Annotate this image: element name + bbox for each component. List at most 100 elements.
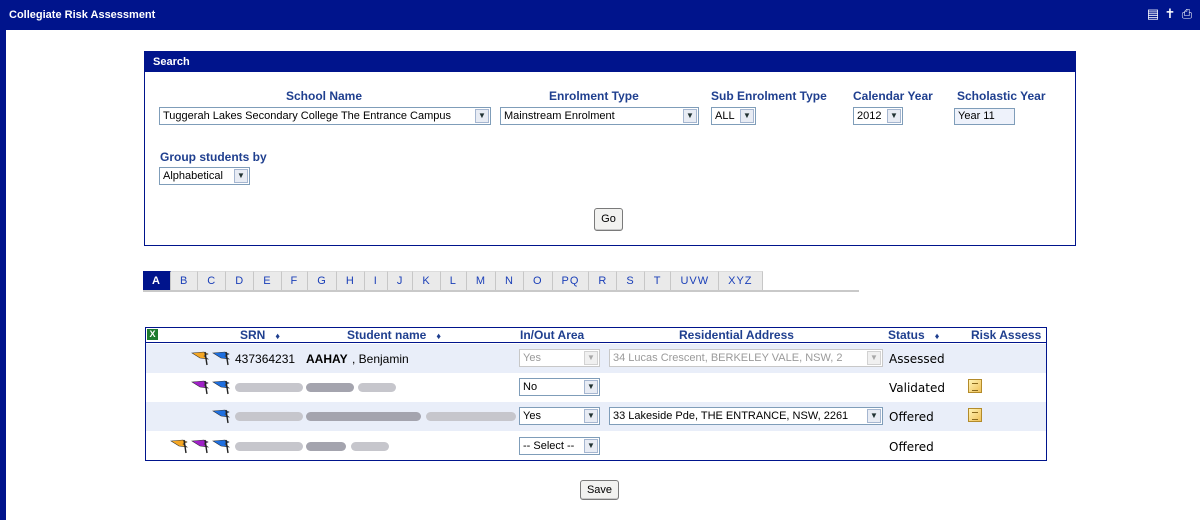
search-panel: Search School Name Tuggerah Lakes Second…: [144, 51, 1076, 246]
print-icon[interactable]: ⎙: [1180, 7, 1194, 21]
tab-n[interactable]: N: [496, 271, 524, 291]
srn-cell: 437364231: [235, 352, 296, 366]
risk-assess-icon[interactable]: [968, 379, 982, 393]
header-student-name-label: Student name: [347, 328, 427, 342]
risk-assess-icon[interactable]: [968, 408, 982, 422]
tab-d[interactable]: D: [226, 271, 255, 291]
tab-m[interactable]: M: [466, 271, 496, 291]
status-cell: Assessed: [889, 352, 945, 366]
tab-s[interactable]: S: [617, 271, 645, 291]
student-name-redacted: [358, 383, 396, 392]
header-status[interactable]: Status ♦: [888, 328, 939, 342]
tab-g[interactable]: G: [308, 271, 337, 291]
tab-t[interactable]: T: [644, 271, 672, 291]
purple-flag-icon: [190, 379, 210, 395]
student-surname[interactable]: AAHAY: [306, 352, 348, 366]
sub-enrolment-type-select[interactable]: ALL ▼: [711, 107, 756, 125]
in-out-area-select[interactable]: -- Select -- ▼: [519, 437, 600, 455]
tabs-underline: [143, 290, 859, 292]
tab-uvw[interactable]: UVW: [671, 271, 720, 291]
blue-flag-icon: [211, 379, 231, 395]
left-border: [0, 30, 6, 520]
chevron-down-icon: ▼: [584, 380, 598, 394]
flags: [211, 408, 232, 424]
srn-redacted: [235, 412, 303, 421]
chevron-down-icon: ▼: [234, 169, 248, 183]
tab-c[interactable]: C: [198, 271, 227, 291]
student-given-name: , Benjamin: [352, 352, 409, 366]
residential-address-value: 34 Lucas Crescent, BERKELEY VALE, NSW, 2: [613, 352, 843, 364]
enrolment-type-select[interactable]: Mainstream Enrolment ▼: [500, 107, 699, 125]
chevron-down-icon: ▼: [867, 409, 881, 423]
help-person-icon[interactable]: ✝: [1163, 7, 1177, 21]
chevron-down-icon: ▼: [887, 109, 901, 123]
residential-address-select[interactable]: 33 Lakeside Pde, THE ENTRANCE, NSW, 2261…: [609, 407, 883, 425]
status-cell: Offered: [889, 410, 934, 424]
chevron-down-icon: ▼: [584, 439, 598, 453]
go-button[interactable]: Go: [594, 208, 623, 231]
flags: [190, 350, 232, 366]
sort-icon: ♦: [934, 331, 940, 341]
table-header: X SRN ♦ Student name ♦ In/Out Area Resid…: [146, 328, 1046, 343]
tab-r[interactable]: R: [589, 271, 618, 291]
tab-o[interactable]: O: [523, 271, 553, 291]
tab-xyz[interactable]: XYZ: [719, 271, 763, 291]
status-cell: Validated: [889, 381, 945, 395]
group-students-by-label: Group students by: [160, 150, 267, 164]
tab-f[interactable]: F: [281, 271, 309, 291]
group-students-by-select[interactable]: Alphabetical ▼: [159, 167, 250, 185]
blue-flag-icon: [211, 408, 231, 424]
student-name-redacted: [306, 412, 421, 421]
chevron-down-icon: ▼: [475, 109, 489, 123]
school-name-select[interactable]: Tuggerah Lakes Secondary College The Ent…: [159, 107, 491, 125]
table-row: 437364231 AAHAY , Benjamin Yes ▼ 34 Lucas Cre…: [146, 344, 1046, 373]
header-student-name[interactable]: Student name ♦: [347, 328, 441, 342]
chevron-down-icon: ▼: [740, 109, 754, 123]
tab-i[interactable]: I: [364, 271, 388, 291]
srn-redacted: [235, 442, 303, 451]
excel-export-icon[interactable]: X: [147, 329, 158, 340]
orange-flag-icon: [169, 438, 189, 454]
student-name-redacted: [306, 383, 354, 392]
document-icon[interactable]: ▤: [1146, 7, 1160, 21]
table-row: -- Select -- ▼ Offered: [146, 432, 1046, 461]
tab-l[interactable]: L: [440, 271, 467, 291]
tab-b[interactable]: B: [170, 271, 199, 291]
enrolment-type-value: Mainstream Enrolment: [504, 110, 615, 122]
table-row: Yes ▼ 33 Lakeside Pde, THE ENTRANCE, NSW, …: [146, 402, 1046, 431]
header-in-out-area: In/Out Area: [520, 328, 585, 342]
blue-flag-icon: [211, 350, 231, 366]
residential-address-value: 33 Lakeside Pde, THE ENTRANCE, NSW, 2261: [613, 410, 849, 422]
flags: [190, 379, 232, 395]
tab-j[interactable]: J: [387, 271, 414, 291]
residential-address-select: 34 Lucas Crescent, BERKELEY VALE, NSW, 2…: [609, 349, 883, 367]
table-row: No ▼ Validated: [146, 373, 1046, 402]
tab-h[interactable]: H: [336, 271, 365, 291]
header-srn-label: SRN: [240, 328, 266, 342]
alphabet-tabs: A B C D E F G H I J K L M N O PQ R S T UVW XYZ: [143, 271, 763, 291]
calendar-year-select[interactable]: 2012 ▼: [853, 107, 903, 125]
student-name-redacted: [306, 442, 346, 451]
tab-e[interactable]: E: [254, 271, 282, 291]
tab-k[interactable]: K: [413, 271, 441, 291]
scholastic-year-field[interactable]: Year 11: [954, 108, 1015, 125]
search-panel-heading: Search: [145, 52, 1075, 72]
tab-pq[interactable]: PQ: [552, 271, 590, 291]
chevron-down-icon: ▼: [584, 409, 598, 423]
in-out-area-select[interactable]: Yes ▼: [519, 407, 600, 425]
purple-flag-icon: [190, 438, 210, 454]
tab-a[interactable]: A: [143, 271, 171, 291]
results-table: X SRN ♦ Student name ♦ In/Out Area Resid…: [145, 327, 1047, 461]
header-srn[interactable]: SRN ♦: [240, 328, 280, 342]
status-cell: Offered: [889, 440, 934, 454]
flags: [169, 438, 232, 454]
sub-enrolment-type-label: Sub Enrolment Type: [711, 89, 827, 103]
enrolment-type-label: Enrolment Type: [549, 89, 639, 103]
save-button[interactable]: Save: [580, 480, 619, 500]
calendar-year-label: Calendar Year: [853, 89, 933, 103]
app-title: Collegiate Risk Assessment: [9, 9, 156, 21]
header-risk-assess: Risk Assess: [971, 328, 1042, 342]
in-out-area-select[interactable]: No ▼: [519, 378, 600, 396]
sort-icon: ♦: [275, 331, 280, 341]
chevron-down-icon: ▼: [683, 109, 697, 123]
